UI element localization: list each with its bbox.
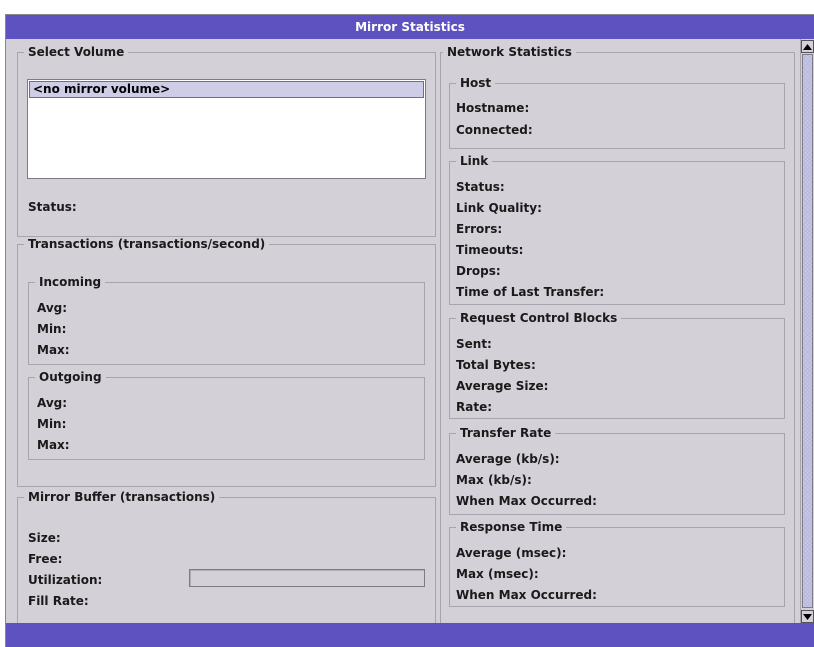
mirror-buffer-legend: Mirror Buffer (transactions) bbox=[24, 490, 220, 504]
transactions-group: Transactions (transactions/second) Incom… bbox=[17, 237, 436, 487]
buffer-utilization-label: Utilization: bbox=[28, 573, 103, 587]
buffer-fill-rate-label: Fill Rate: bbox=[28, 594, 89, 608]
response-time-legend: Response Time bbox=[456, 520, 567, 534]
network-statistics-legend: Network Statistics bbox=[443, 45, 576, 59]
mirror-buffer-group: Mirror Buffer (transactions) Size: Free:… bbox=[17, 490, 436, 627]
select-volume-legend: Select Volume bbox=[24, 45, 129, 59]
content-panel: Select Volume <no mirror volume> Status:… bbox=[6, 39, 814, 627]
link-timeouts-label: Timeouts: bbox=[456, 243, 524, 257]
incoming-avg-label: Avg: bbox=[37, 301, 68, 315]
outgoing-group: Outgoing Avg: Min: Max: bbox=[28, 370, 425, 460]
host-group: Host Hostname: Connected: bbox=[449, 76, 785, 149]
hostname-label: Hostname: bbox=[456, 101, 530, 115]
arrow-down-icon bbox=[803, 613, 812, 620]
network-statistics-group: Network Statistics Host Hostname: Connec… bbox=[440, 45, 795, 627]
transfer-average-label: Average (kb/s): bbox=[456, 452, 560, 466]
request-control-blocks-legend: Request Control Blocks bbox=[456, 311, 622, 325]
buffer-size-label: Size: bbox=[28, 531, 61, 545]
mirror-statistics-window: Mirror Statistics Select Volume <no mirr… bbox=[5, 14, 814, 647]
transfer-rate-group: Transfer Rate Average (kb/s): Max (kb/s)… bbox=[449, 426, 785, 515]
response-average-label: Average (msec): bbox=[456, 546, 567, 560]
link-quality-label: Link Quality: bbox=[456, 201, 542, 215]
host-legend: Host bbox=[456, 76, 496, 90]
outgoing-avg-label: Avg: bbox=[37, 396, 68, 410]
scroll-track[interactable] bbox=[802, 54, 813, 608]
outgoing-max-label: Max: bbox=[37, 438, 70, 452]
response-when-max-label: When Max Occurred: bbox=[456, 588, 597, 602]
volume-list-item[interactable]: <no mirror volume> bbox=[29, 81, 424, 98]
volume-list[interactable]: <no mirror volume> bbox=[27, 79, 426, 179]
incoming-group: Incoming Avg: Min: Max: bbox=[28, 275, 425, 365]
link-status-label: Status: bbox=[456, 180, 505, 194]
incoming-max-label: Max: bbox=[37, 343, 70, 357]
rcb-average-size-label: Average Size: bbox=[456, 379, 549, 393]
connected-label: Connected: bbox=[456, 123, 533, 137]
transfer-when-max-label: When Max Occurred: bbox=[456, 494, 597, 508]
link-legend: Link bbox=[456, 154, 493, 168]
bottom-bar bbox=[6, 623, 814, 647]
request-control-blocks-group: Request Control Blocks Sent: Total Bytes… bbox=[449, 311, 785, 419]
arrow-up-icon bbox=[803, 43, 812, 50]
link-errors-label: Errors: bbox=[456, 222, 503, 236]
rcb-sent-label: Sent: bbox=[456, 337, 492, 351]
select-volume-group: Select Volume <no mirror volume> Status: bbox=[17, 45, 436, 237]
response-max-label: Max (msec): bbox=[456, 567, 539, 581]
window-title: Mirror Statistics bbox=[6, 15, 814, 39]
outgoing-min-label: Min: bbox=[37, 417, 67, 431]
scroll-up-button[interactable] bbox=[801, 40, 814, 53]
transfer-rate-legend: Transfer Rate bbox=[456, 426, 556, 440]
transactions-legend: Transactions (transactions/second) bbox=[24, 237, 270, 251]
utilization-progress-bar bbox=[189, 569, 425, 587]
rcb-rate-label: Rate: bbox=[456, 400, 493, 414]
transfer-max-label: Max (kb/s): bbox=[456, 473, 532, 487]
incoming-legend: Incoming bbox=[35, 275, 106, 289]
link-group: Link Status: Link Quality: Errors: Timeo… bbox=[449, 154, 785, 305]
scroll-down-button[interactable] bbox=[801, 610, 814, 623]
rcb-total-bytes-label: Total Bytes: bbox=[456, 358, 536, 372]
incoming-min-label: Min: bbox=[37, 322, 67, 336]
link-drops-label: Drops: bbox=[456, 264, 501, 278]
buffer-free-label: Free: bbox=[28, 552, 63, 566]
response-time-group: Response Time Average (msec): Max (msec)… bbox=[449, 520, 785, 607]
volume-status-label: Status: bbox=[28, 200, 77, 214]
outgoing-legend: Outgoing bbox=[35, 370, 106, 384]
vertical-scrollbar[interactable] bbox=[800, 39, 814, 625]
link-last-transfer-label: Time of Last Transfer: bbox=[456, 285, 605, 299]
